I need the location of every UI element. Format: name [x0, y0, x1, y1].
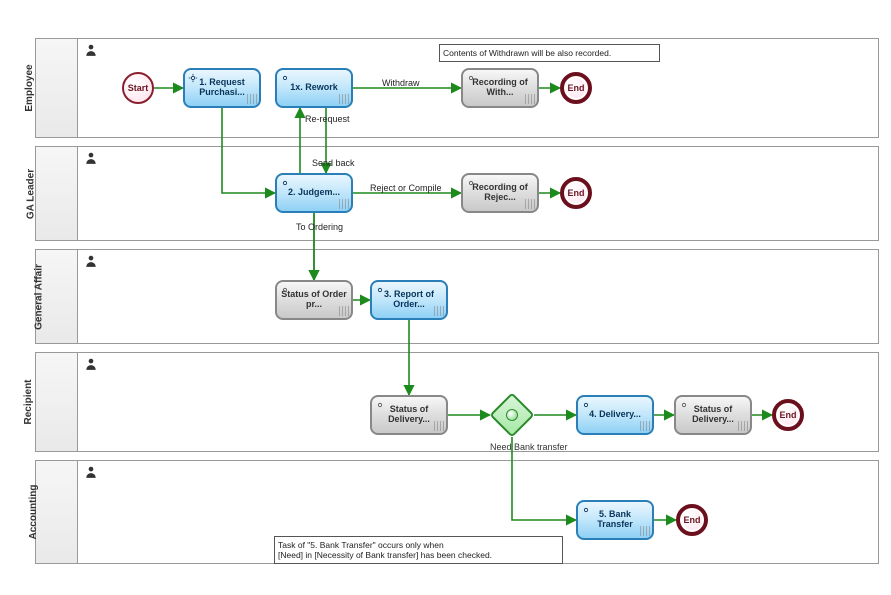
- end-event-1[interactable]: End: [560, 72, 592, 104]
- task-status-delivery-2[interactable]: Status of Delivery...: [674, 395, 752, 435]
- gear-icon: [581, 400, 591, 410]
- lane-label: Recipient: [23, 379, 34, 424]
- task-label: Recording of Rejec...: [467, 183, 533, 203]
- stripes-icon: [247, 94, 257, 104]
- stripes-icon: [339, 199, 349, 209]
- lane-ga-leader: GA Leader: [35, 146, 879, 241]
- end-label: End: [568, 83, 585, 93]
- gear-icon: [375, 285, 385, 295]
- stripes-icon: [339, 94, 349, 104]
- start-event[interactable]: Start: [122, 72, 154, 104]
- task-label: Recording of With...: [467, 78, 533, 98]
- user-icon: [84, 254, 98, 268]
- user-icon: [84, 151, 98, 165]
- stripes-icon: [339, 306, 349, 316]
- end-event-3[interactable]: End: [772, 399, 804, 431]
- edge-label-withdraw: Withdraw: [382, 78, 420, 88]
- task-label: 1x. Rework: [290, 83, 338, 93]
- lane-head: [36, 461, 78, 563]
- stripes-icon: [525, 94, 535, 104]
- gear-icon: [188, 73, 198, 83]
- task-label: Status of Delivery...: [376, 405, 442, 425]
- gear-icon: [466, 178, 476, 188]
- stripes-icon: [434, 421, 444, 431]
- lane-label: Accounting: [28, 485, 39, 540]
- gear-icon: [280, 285, 290, 295]
- end-event-2[interactable]: End: [560, 177, 592, 209]
- gear-icon: [280, 178, 290, 188]
- gear-icon: [679, 400, 689, 410]
- task-3-report-order[interactable]: 3. Report of Order...: [370, 280, 448, 320]
- end-event-4[interactable]: End: [676, 504, 708, 536]
- task-1x-rework[interactable]: 1x. Rework: [275, 68, 353, 108]
- task-5-bank-transfer[interactable]: 5. Bank Transfer: [576, 500, 654, 540]
- lane-label: General Affair: [33, 264, 44, 330]
- note-text-line2: [Need] in [Necessity of Bank transfer] h…: [278, 550, 492, 560]
- task-2-judgement[interactable]: 2. Judgem...: [275, 173, 353, 213]
- edge-label-sendback: Send back: [312, 158, 355, 168]
- task-label: 4. Delivery...: [589, 410, 641, 420]
- stripes-icon: [640, 421, 650, 431]
- task-label: 5. Bank Transfer: [582, 510, 648, 530]
- gear-icon: [581, 505, 591, 515]
- lane-label: GA Leader: [26, 168, 37, 218]
- task-label: 3. Report of Order...: [376, 290, 442, 310]
- user-icon: [84, 357, 98, 371]
- task-recording-reject[interactable]: Recording of Rejec...: [461, 173, 539, 213]
- stripes-icon: [738, 421, 748, 431]
- gear-icon: [375, 400, 385, 410]
- stripes-icon: [525, 199, 535, 209]
- task-recording-withdraw[interactable]: Recording of With...: [461, 68, 539, 108]
- user-icon: [84, 43, 98, 57]
- gear-icon: [280, 73, 290, 83]
- end-label: End: [684, 515, 701, 525]
- task-label: 1. Request Purchasi...: [189, 78, 255, 98]
- stripes-icon: [434, 306, 444, 316]
- lane-recipient: Recipient: [35, 352, 879, 452]
- task-label: Status of Delivery...: [680, 405, 746, 425]
- lane-head: [36, 353, 78, 451]
- start-label: Start: [128, 83, 149, 93]
- end-label: End: [568, 188, 585, 198]
- end-label: End: [780, 410, 797, 420]
- note-text-line1: Task of "5. Bank Transfer" occurs only w…: [278, 540, 444, 550]
- annotation-bank-note: Task of "5. Bank Transfer" occurs only w…: [275, 536, 563, 564]
- stripes-icon: [640, 526, 650, 536]
- lane-label: Employee: [24, 64, 35, 111]
- task-status-delivery-1[interactable]: Status of Delivery...: [370, 395, 448, 435]
- gateway-label: Need Bank transfer: [490, 442, 568, 452]
- gear-icon: [466, 73, 476, 83]
- edge-label-reject-compile: Reject or Compile: [370, 183, 442, 193]
- edge-label-to-ordering: To Ordering: [296, 222, 343, 232]
- task-1-request[interactable]: 1. Request Purchasi...: [183, 68, 261, 108]
- edge-label-rerequest: Re-request: [305, 114, 350, 124]
- lane-head: [36, 39, 78, 137]
- task-status-order[interactable]: Status of Order pr...: [275, 280, 353, 320]
- user-icon: [84, 465, 98, 479]
- task-4-delivery[interactable]: 4. Delivery...: [576, 395, 654, 435]
- note-text: Contents of Withdrawn will be also recor…: [443, 48, 611, 58]
- gateway-dot-icon: [506, 409, 518, 421]
- lane-head: [36, 147, 78, 240]
- task-label: 2. Judgem...: [288, 188, 340, 198]
- bpmn-canvas: Employee GA Leader General Affair Recipi…: [0, 0, 891, 595]
- annotation-withdraw-note: Contents of Withdrawn will be also recor…: [440, 44, 660, 62]
- task-label: Status of Order pr...: [281, 290, 347, 310]
- lane-general-affair: General Affair: [35, 249, 879, 344]
